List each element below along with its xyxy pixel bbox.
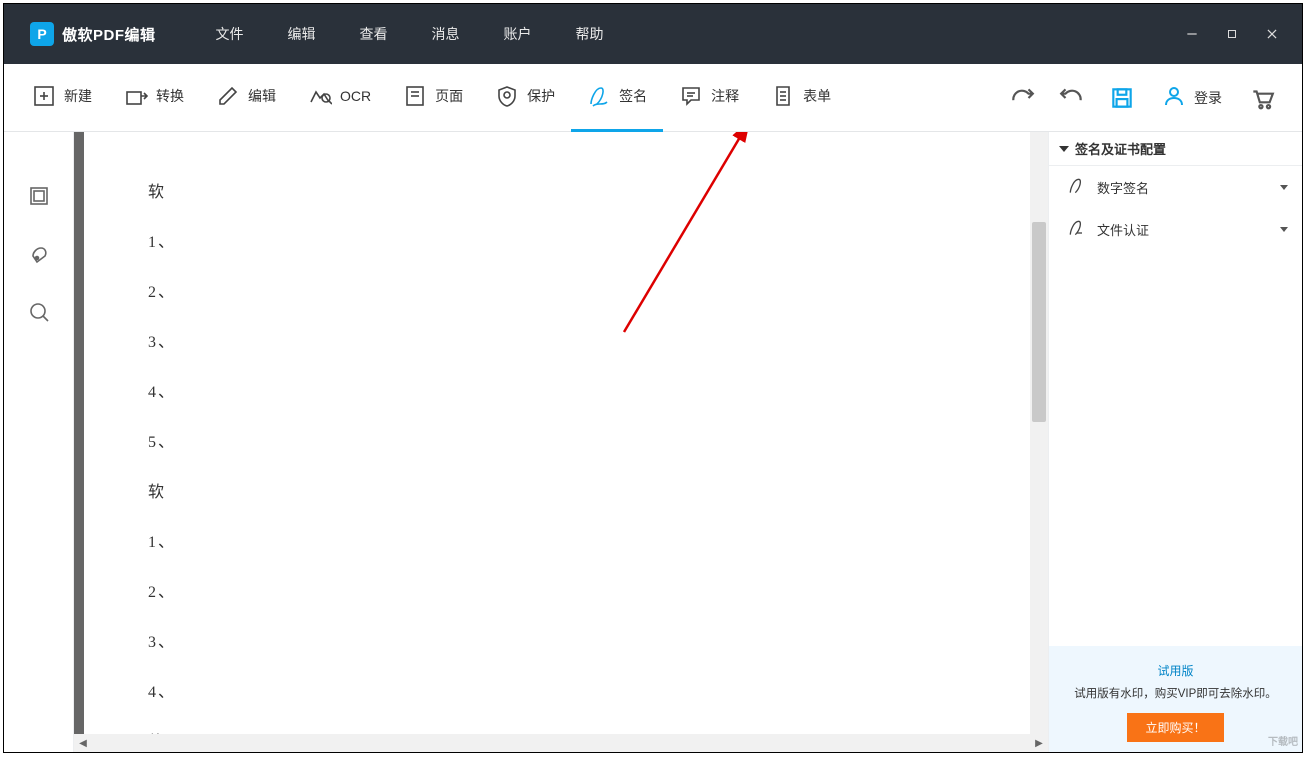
scroll-right-icon[interactable]: ▶ <box>1030 734 1048 752</box>
horizontal-scrollbar[interactable]: ◀ ▶ <box>74 734 1048 752</box>
document-area: 软 1、 2、 3、 4、 5、 软 1、 2、 3、 4、 软 使 <box>74 132 1048 734</box>
protect-label: 保护 <box>527 86 555 106</box>
convert-icon <box>124 84 148 108</box>
horizontal-scroll-track[interactable] <box>92 736 1030 750</box>
menu-edit[interactable]: 编辑 <box>266 4 338 64</box>
minimize-button[interactable] <box>1172 14 1212 54</box>
ocr-label: OCR <box>340 88 371 104</box>
main-menu: 文件 编辑 查看 消息 账户 帮助 <box>194 4 626 64</box>
trial-text: 试用版有水印，购买VIP即可去除水印。 <box>1059 685 1292 701</box>
protect-button[interactable]: 保护 <box>479 64 571 132</box>
chevron-down-icon <box>1280 185 1288 190</box>
doc-line: 1、 <box>148 228 960 252</box>
pencil-icon <box>216 84 240 108</box>
close-button[interactable] <box>1252 14 1292 54</box>
doc-gutter <box>74 132 84 734</box>
title-bar: P 傲软PDF编辑 文件 编辑 查看 消息 账户 帮助 <box>4 4 1302 64</box>
edit-button[interactable]: 编辑 <box>200 64 292 132</box>
doc-line: 2、 <box>148 578 960 602</box>
form-button[interactable]: 表单 <box>755 64 847 132</box>
thumbnails-button[interactable] <box>25 182 53 210</box>
body: 软 1、 2、 3、 4、 5、 软 1、 2、 3、 4、 软 使 <box>4 132 1302 752</box>
menu-account[interactable]: 账户 <box>482 4 554 64</box>
signature-icon <box>587 84 611 108</box>
menu-file[interactable]: 文件 <box>194 4 266 64</box>
redo-button[interactable] <box>1004 80 1040 116</box>
page-icon <box>403 84 427 108</box>
edit-label: 编辑 <box>248 86 276 106</box>
new-button[interactable]: 新建 <box>16 64 108 132</box>
right-panel: 签名及证书配置 数字签名 文件认证 试用版 试用版有水印，购买VIP即可去除水印… <box>1048 132 1302 752</box>
save-button[interactable] <box>1104 80 1140 116</box>
doc-line: 3、 <box>148 328 960 352</box>
login-label: 登录 <box>1194 88 1222 108</box>
app-title: 傲软PDF编辑 <box>62 24 156 45</box>
vertical-scroll-thumb[interactable] <box>1032 222 1046 422</box>
chevron-down-icon <box>1280 227 1288 232</box>
left-rail <box>4 132 74 752</box>
login-button[interactable]: 登录 <box>1154 78 1230 117</box>
doc-line: 1、 <box>148 528 960 552</box>
ocr-icon <box>308 84 332 108</box>
doc-line: 3、 <box>148 628 960 652</box>
menu-message[interactable]: 消息 <box>410 4 482 64</box>
convert-label: 转换 <box>156 86 184 106</box>
logo-block: P 傲软PDF编辑 <box>4 22 170 46</box>
doc-line: 软 <box>148 178 960 202</box>
form-label: 表单 <box>803 86 831 106</box>
search-button[interactable] <box>25 298 53 326</box>
page-label: 页面 <box>435 86 463 106</box>
source-watermark: 下载吧 <box>1268 733 1298 748</box>
new-label: 新建 <box>64 86 92 106</box>
doc-line: 4、 <box>148 678 960 702</box>
panel-title: 签名及证书配置 <box>1075 139 1166 158</box>
digital-signature-item[interactable]: 数字签名 <box>1049 166 1302 208</box>
scroll-left-icon[interactable]: ◀ <box>74 734 92 752</box>
maximize-button[interactable] <box>1212 14 1252 54</box>
cart-button[interactable] <box>1244 80 1280 116</box>
convert-button[interactable]: 转换 <box>108 64 200 132</box>
doc-line: 2、 <box>148 278 960 302</box>
menu-view[interactable]: 查看 <box>338 4 410 64</box>
sign-button[interactable]: 签名 <box>571 64 663 132</box>
ocr-button[interactable]: OCR <box>292 64 387 132</box>
toolbar: 新建 转换 编辑 OCR 页面 保护 签名 注释 <box>4 64 1302 132</box>
plus-icon <box>32 84 56 108</box>
file-auth-item[interactable]: 文件认证 <box>1049 208 1302 250</box>
file-auth-label: 文件认证 <box>1097 220 1149 239</box>
app-logo-icon: P <box>30 22 54 46</box>
doc-line: 软 <box>148 728 960 734</box>
toolbar-right: 登录 <box>1004 78 1290 117</box>
sign-label: 签名 <box>619 86 647 106</box>
doc-line: 4、 <box>148 378 960 402</box>
comment-icon <box>679 84 703 108</box>
signature-icon <box>1067 176 1087 199</box>
document-canvas[interactable]: 软 1、 2、 3、 4、 5、 软 1、 2、 3、 4、 软 使 <box>84 132 1030 734</box>
comment-button[interactable]: 注释 <box>663 64 755 132</box>
trial-box: 试用版 试用版有水印，购买VIP即可去除水印。 立即购买！ 下载吧 <box>1049 646 1302 752</box>
form-icon <box>771 84 795 108</box>
bookmarks-button[interactable] <box>25 240 53 268</box>
app-window: P 傲软PDF编辑 文件 编辑 查看 消息 账户 帮助 新建 转换 编辑 <box>3 3 1303 753</box>
shield-icon <box>495 84 519 108</box>
digital-sign-label: 数字签名 <box>1097 178 1149 197</box>
buy-now-button[interactable]: 立即购买！ <box>1127 713 1223 742</box>
document-page: 软 1、 2、 3、 4、 5、 软 1、 2、 3、 4、 软 使 <box>84 132 1024 734</box>
user-icon <box>1162 84 1186 111</box>
menu-help[interactable]: 帮助 <box>554 4 626 64</box>
certificate-icon <box>1067 218 1087 241</box>
comment-label: 注释 <box>711 86 739 106</box>
doc-column: 软 1、 2、 3、 4、 5、 软 1、 2、 3、 4、 软 使 <box>74 132 1048 752</box>
trial-title: 试用版 <box>1059 662 1292 679</box>
caret-down-icon <box>1059 146 1069 152</box>
doc-line: 5、 <box>148 428 960 452</box>
page-button[interactable]: 页面 <box>387 64 479 132</box>
vertical-scrollbar[interactable] <box>1030 132 1048 734</box>
undo-button[interactable] <box>1054 80 1090 116</box>
window-controls <box>1172 14 1302 54</box>
panel-header[interactable]: 签名及证书配置 <box>1049 132 1302 166</box>
doc-line: 软 <box>148 478 960 502</box>
